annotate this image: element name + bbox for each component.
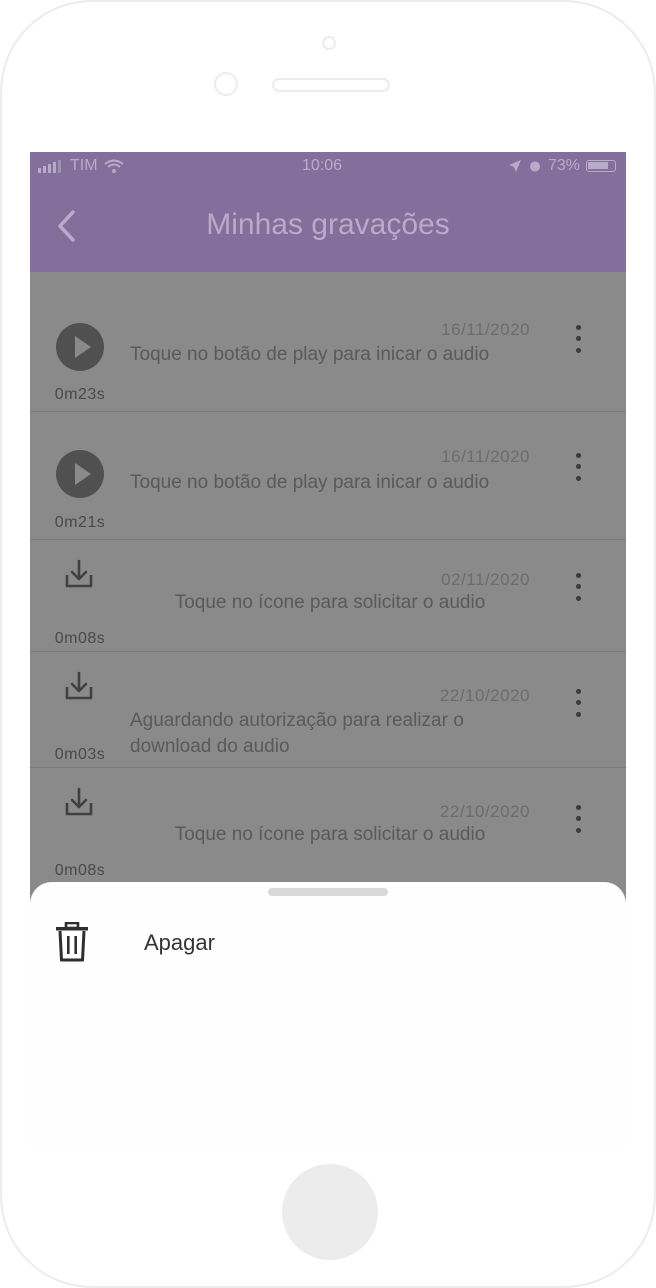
more-options-button[interactable] — [566, 450, 590, 484]
status-bar: TIM 10:06 73% — [30, 152, 626, 182]
trash-icon — [56, 922, 88, 962]
alarm-icon — [529, 161, 540, 172]
dot-icon — [575, 805, 581, 811]
dot-icon — [575, 347, 581, 353]
app-bar: Minhas gravações — [30, 182, 626, 272]
dot-icon — [575, 325, 581, 331]
recording-description: Toque no ícone para solicitar o audio — [174, 824, 486, 845]
battery-percent: 73% — [547, 157, 580, 174]
dot-icon — [575, 573, 581, 579]
recording-date: 22/10/2020 — [439, 686, 530, 705]
dot-icon — [575, 584, 581, 590]
front-camera — [214, 72, 238, 96]
recording-duration: 0m21s — [54, 514, 106, 531]
bottom-sheet: Apagar — [30, 882, 626, 1146]
battery-icon — [586, 160, 616, 172]
dot-icon — [575, 700, 581, 706]
home-button[interactable] — [282, 1164, 378, 1260]
earpiece-speaker — [272, 78, 390, 92]
recording-row[interactable]: 0m23s 16/11/2020 Toque no botão de play … — [30, 272, 626, 412]
phone-frame: TIM 10:06 73% Minhas gravações 0m23s 16/… — [0, 0, 656, 1288]
more-options-button[interactable] — [566, 322, 590, 356]
recording-description: Toque no botão de play para inicar o aud… — [130, 344, 490, 365]
recording-description: Aguardando autorização para realizar o d… — [130, 710, 464, 757]
recording-duration: 0m23s — [54, 386, 106, 403]
recording-row[interactable]: 0m03s 22/10/2020 Aguardando autorização … — [30, 652, 626, 768]
front-sensor — [322, 36, 336, 50]
dot-icon — [575, 336, 581, 342]
status-time: 10:06 — [302, 157, 343, 174]
status-right: 73% — [508, 157, 616, 175]
status-left: TIM — [38, 157, 124, 175]
play-icon[interactable] — [56, 323, 104, 371]
download-icon[interactable] — [63, 786, 95, 818]
recording-date: 22/10/2020 — [439, 802, 530, 821]
location-arrow-icon — [508, 160, 521, 172]
dot-icon — [575, 689, 581, 695]
dot-icon — [575, 816, 581, 822]
recording-duration: 0m08s — [54, 630, 106, 647]
dot-icon — [575, 595, 581, 601]
signal-icon — [38, 160, 61, 173]
recording-row[interactable]: 0m08s 22/10/2020 Toque no ícone para sol… — [30, 768, 626, 884]
recording-description: Toque no botão de play para inicar o aud… — [130, 472, 490, 493]
recording-date: 16/11/2020 — [441, 320, 530, 339]
dot-icon — [575, 827, 581, 833]
dot-icon — [575, 464, 581, 470]
play-icon[interactable] — [56, 450, 104, 498]
delete-label: Apagar — [144, 930, 215, 955]
recording-duration: 0m03s — [54, 746, 106, 763]
recording-description: Toque no ícone para solicitar o audio — [174, 592, 486, 613]
dot-icon — [575, 711, 581, 717]
delete-action[interactable]: Apagar — [30, 912, 626, 976]
more-options-button[interactable] — [566, 802, 590, 836]
page-title: Minhas gravações — [206, 208, 450, 241]
more-options-button[interactable] — [566, 570, 590, 604]
dot-icon — [575, 453, 581, 459]
screen: TIM 10:06 73% Minhas gravações 0m23s 16/… — [30, 152, 626, 1146]
carrier-name: TIM — [70, 157, 98, 174]
download-icon[interactable] — [63, 558, 95, 590]
dot-icon — [575, 475, 581, 481]
more-options-button[interactable] — [566, 686, 590, 720]
recording-row[interactable]: 0m08s 02/11/2020 Toque no ícone para sol… — [30, 540, 626, 652]
recording-duration: 0m08s — [54, 862, 106, 879]
recording-row[interactable]: 0m21s 16/11/2020 Toque no botão de play … — [30, 412, 626, 540]
wifi-icon — [103, 159, 124, 173]
recording-date: 16/11/2020 — [441, 447, 530, 466]
download-icon[interactable] — [63, 670, 95, 702]
recording-date: 02/11/2020 — [441, 570, 530, 589]
sheet-drag-handle[interactable] — [268, 888, 388, 896]
